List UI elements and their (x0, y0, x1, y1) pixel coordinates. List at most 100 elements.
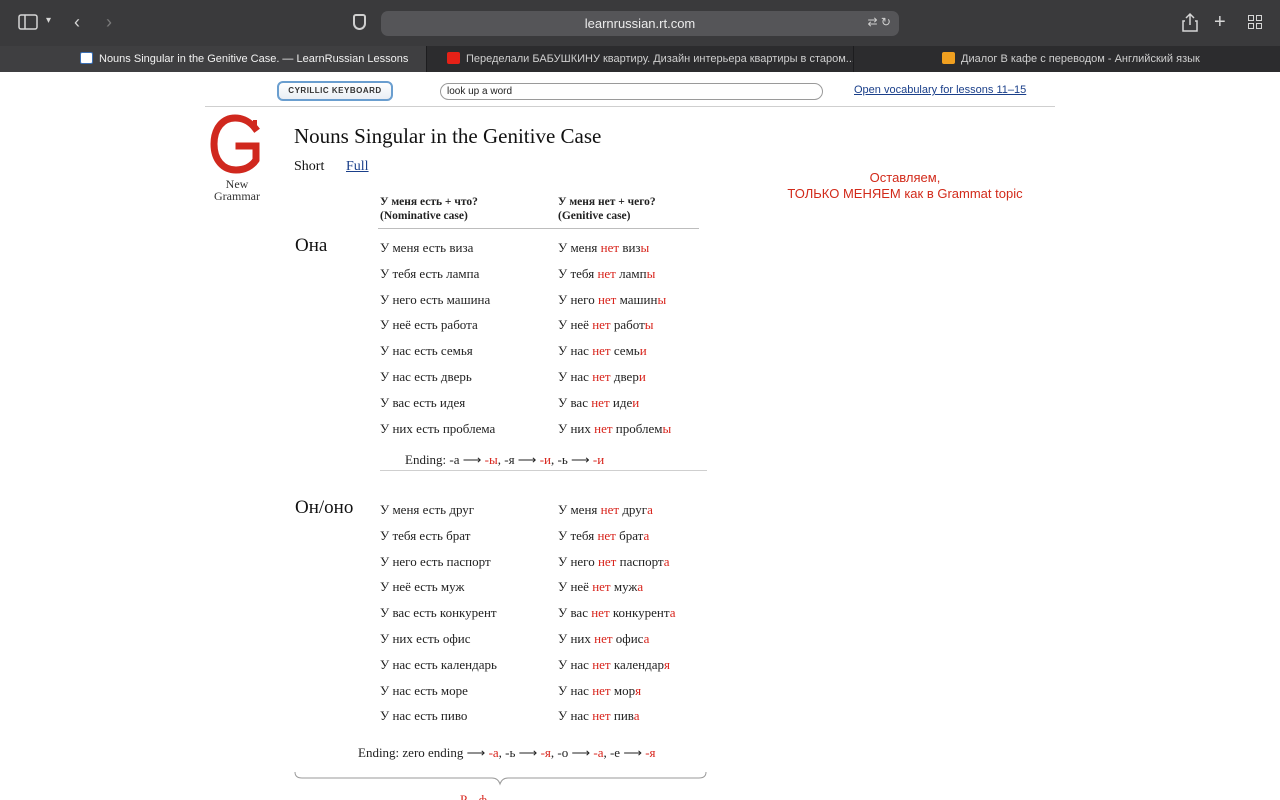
genitive-ending: а (647, 502, 653, 517)
ending-suffix: -я (645, 745, 656, 760)
genitive-ending: я (663, 657, 670, 672)
genitive-example: У неё нет мужа (558, 579, 643, 595)
noun-stem: брат (615, 528, 644, 543)
genitive-prefix: У нас (558, 369, 593, 384)
section-divider (380, 470, 707, 471)
genitive-prefix: У нас (558, 683, 593, 698)
cyrillic-keyboard-button[interactable]: CYRILLIC KEYBOARD (277, 81, 393, 101)
ending-text: , -е ⟶ (603, 745, 646, 760)
tab-dialog[interactable]: Диалог В кафе с переводом - Английский я… (854, 46, 1280, 72)
ending-rule: Ending: -а ⟶ -ы, -я ⟶ -и, -ь ⟶ -и (405, 452, 604, 468)
negation-word: нет (597, 266, 616, 281)
noun-stem: муж (610, 579, 638, 594)
noun-stem: конкурент (609, 605, 670, 620)
translate-reload-icon[interactable]: ⇄ ↻ (868, 15, 891, 29)
nominative-example: У нас есть море (380, 683, 468, 698)
ending-text: , -я ⟶ (497, 452, 540, 467)
lookup-word-input[interactable] (440, 83, 823, 100)
editor-note: Оставляем, ТОЛЬКО МЕНЯЕМ как в Grammat t… (780, 170, 1030, 202)
ending-suffix: -и (592, 452, 605, 467)
genitive-ending: я (635, 683, 642, 698)
genitive-prefix: У вас (558, 395, 592, 410)
genitive-ending: ы (657, 292, 667, 307)
negation-word: нет (592, 369, 611, 384)
negation-word: нет (597, 292, 617, 307)
ending-suffix: -я (540, 745, 551, 760)
ending-text: , -ь ⟶ (498, 745, 541, 760)
noun-stem: машин (616, 292, 658, 307)
page-title: Nouns Singular in the Genitive Case (294, 124, 602, 148)
genitive-ending: а (643, 528, 650, 543)
negation-word: нет (592, 657, 611, 672)
genitive-example: У нас нет пива (558, 708, 640, 724)
open-vocabulary-link[interactable]: Open vocabulary for lessons 11–15 (854, 84, 1026, 96)
mode-short-label[interactable]: Short (294, 159, 324, 175)
genitive-ending: ы (640, 240, 650, 255)
negation-word: нет (597, 554, 617, 569)
genitive-example: У нас нет двери (558, 369, 646, 385)
privacy-shield-icon[interactable] (353, 14, 366, 30)
genitive-prefix: У них (558, 631, 595, 646)
genitive-prefix: У него (558, 292, 598, 307)
genitive-ending: ы (644, 317, 654, 332)
nominative-example: У них есть проблема (380, 421, 496, 436)
genitive-ending: и (639, 343, 647, 358)
genitive-prefix: У неё (558, 317, 593, 332)
genitive-prefix: У тебя (558, 528, 598, 543)
genitive-ending: ы (662, 421, 672, 436)
genitive-ending: и (638, 369, 646, 384)
tab-learnrussian[interactable]: Nouns Singular in the Genitive Case. — L… (0, 46, 426, 72)
ending-text: Ending: zero ending ⟶ (358, 745, 489, 760)
negation-word: нет (600, 240, 620, 255)
tab-title: Nouns Singular in the Genitive Case. — L… (99, 53, 409, 65)
bottom-brace (294, 772, 707, 786)
mode-full-link[interactable]: Full (346, 159, 369, 175)
noun-stem: пив (610, 708, 634, 723)
genitive-example: У вас нет идеи (558, 395, 639, 411)
new-grammar-caption: New Grammar (205, 178, 269, 202)
genitive-prefix: У неё (558, 579, 593, 594)
noun-stem: двер (610, 369, 639, 384)
noun-stem: друг (619, 502, 648, 517)
page-content: CYRILLIC KEYBOARD Open vocabulary for le… (0, 72, 1280, 800)
header-rule (378, 228, 699, 229)
nominative-example: У неё есть работа (380, 317, 478, 332)
nominative-example: У вас есть конкурент (380, 605, 497, 620)
noun-stem: семь (610, 343, 640, 358)
pronoun-heading: Она (295, 235, 328, 256)
sidebar-toggle-icon[interactable] (18, 14, 38, 34)
chevron-down-icon[interactable]: ▾ (46, 16, 51, 26)
nominative-example: У тебя есть лампа (380, 266, 480, 281)
nominative-example: У нас есть календарь (380, 657, 497, 672)
nominative-example: У него есть паспорт (380, 554, 491, 569)
ending-text: , -о ⟶ (550, 745, 594, 760)
genitive-example: У меня нет визы (558, 240, 649, 256)
address-bar[interactable]: learnrussian.rt.com ⇄ ↻ (381, 11, 899, 36)
noun-stem: виз (619, 240, 641, 255)
genitive-example: У них нет проблемы (558, 421, 671, 437)
share-icon[interactable] (1182, 12, 1198, 36)
genitive-ending: а (669, 605, 676, 620)
nominative-example: У меня есть виза (380, 240, 474, 255)
tab-youtube[interactable]: Переделали БАБУШКИНУ квартиру. Дизайн ин… (427, 46, 853, 72)
genitive-example: У вас нет конкурента (558, 605, 675, 621)
negation-word: нет (591, 605, 610, 620)
genitive-ending: а (643, 631, 650, 646)
nominative-example: У нас есть семья (380, 343, 473, 358)
genitive-prefix: У них (558, 421, 595, 436)
tab-overview-icon[interactable] (1248, 15, 1262, 33)
genitive-case-label: (Genitive case) (558, 210, 631, 222)
note-line-1: Оставляем, (869, 170, 941, 185)
back-arrow-icon[interactable]: ‹ (74, 13, 80, 31)
nominative-example: У нас есть дверь (380, 369, 472, 384)
negation-word: нет (592, 317, 611, 332)
genitive-ending: а (663, 554, 670, 569)
negation-word: нет (592, 343, 611, 358)
nominative-case-label: (Nominative case) (380, 210, 468, 222)
forward-arrow-icon[interactable]: › (106, 13, 112, 31)
youtube-icon (447, 52, 460, 64)
genitive-example: У тебя нет лампы (558, 266, 655, 282)
site-icon (942, 52, 955, 64)
new-tab-icon[interactable]: + (1214, 12, 1226, 32)
genitive-example: У неё нет работы (558, 317, 654, 333)
